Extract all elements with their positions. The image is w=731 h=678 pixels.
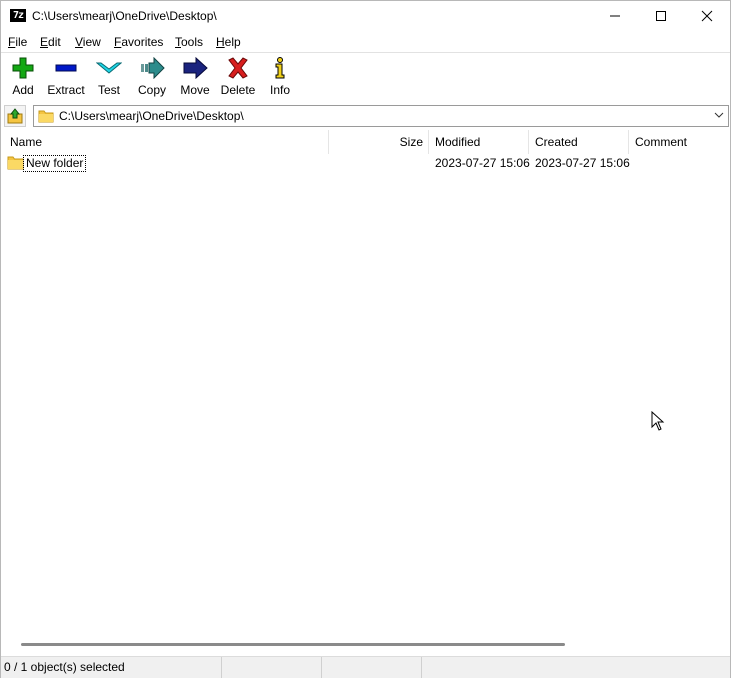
- minimize-icon: [610, 15, 620, 17]
- info-label: Info: [269, 83, 290, 97]
- address-path[interactable]: C:\Users\mearj\OneDrive\Desktop\: [59, 109, 244, 123]
- maximize-icon: [656, 11, 666, 21]
- menu-bar: File Edit View Favorites Tools Help: [1, 32, 730, 52]
- delete-label: Delete: [220, 83, 256, 97]
- app-window: 7z C:\Users\mearj\OneDrive\Desktop\ File…: [0, 0, 731, 678]
- menu-view-label: iew: [82, 35, 101, 49]
- horizontal-scrollbar[interactable]: [3, 637, 729, 652]
- window-title: C:\Users\mearj\OneDrive\Desktop\: [32, 9, 217, 23]
- mouse-cursor-icon: [651, 411, 665, 431]
- scrollbar-thumb[interactable]: [21, 643, 565, 646]
- menu-favorites-label: avorites: [121, 35, 164, 49]
- move-label: Move: [180, 83, 210, 97]
- test-button[interactable]: Test: [94, 57, 124, 101]
- menu-view-mnemonic: V: [75, 35, 83, 49]
- column-divider[interactable]: [428, 130, 429, 154]
- menu-help[interactable]: Help: [216, 35, 241, 49]
- add-plus-icon: [12, 57, 34, 79]
- maximize-button[interactable]: [638, 1, 684, 31]
- copy-arrow-icon: [141, 57, 165, 79]
- table-row[interactable]: New folder 2023-07-27 15:06 2023-07-27 1…: [3, 153, 729, 173]
- status-cell: [322, 657, 422, 678]
- col-modified-header[interactable]: Modified: [435, 130, 529, 154]
- column-divider[interactable]: [528, 130, 529, 154]
- row-modified: 2023-07-27 15:06: [435, 156, 530, 170]
- col-name-header[interactable]: Name: [10, 130, 328, 154]
- col-created-header[interactable]: Created: [535, 130, 629, 154]
- status-cell: [422, 657, 730, 678]
- col-comment-header[interactable]: Comment: [635, 130, 729, 154]
- menu-tools[interactable]: Tools: [175, 35, 203, 49]
- title-bar[interactable]: 7z C:\Users\mearj\OneDrive\Desktop\: [1, 1, 730, 31]
- copy-label: Copy: [137, 83, 166, 97]
- add-label: Add: [12, 83, 34, 97]
- up-folder-icon: [7, 108, 23, 124]
- menu-file-label: ile: [15, 35, 28, 49]
- menu-file[interactable]: File: [8, 35, 27, 49]
- menu-tools-label: ools: [181, 35, 204, 49]
- extract-minus-icon: [55, 64, 77, 72]
- status-bar: 0 / 1 object(s) selected: [1, 656, 730, 678]
- up-folder-button[interactable]: [4, 105, 26, 127]
- chevron-down-icon[interactable]: [714, 111, 724, 119]
- menu-favorites[interactable]: Favorites: [114, 35, 163, 49]
- menu-help-mnemonic: H: [216, 35, 225, 49]
- folder-icon: [38, 110, 54, 123]
- menu-view[interactable]: View: [75, 35, 101, 49]
- address-combobox[interactable]: C:\Users\mearj\OneDrive\Desktop\: [33, 105, 729, 127]
- copy-button[interactable]: Copy: [136, 57, 168, 101]
- test-check-icon: [96, 62, 122, 74]
- move-button[interactable]: Move: [178, 57, 212, 101]
- extract-button[interactable]: Extract: [45, 57, 87, 101]
- status-cell: [222, 657, 322, 678]
- status-selection: 0 / 1 object(s) selected: [1, 657, 222, 678]
- menu-help-label: elp: [224, 35, 241, 49]
- delete-button[interactable]: Delete: [219, 57, 257, 101]
- add-button[interactable]: Add: [7, 57, 39, 101]
- delete-x-icon: [228, 57, 248, 79]
- info-button[interactable]: Info: [267, 57, 293, 101]
- menu-edit[interactable]: Edit: [40, 35, 61, 49]
- minimize-button[interactable]: [592, 1, 638, 31]
- app-7zip-icon: 7z: [10, 9, 26, 22]
- row-name[interactable]: New folder: [23, 155, 87, 172]
- close-icon: [701, 10, 713, 22]
- menu-edit-mnemonic: E: [40, 35, 49, 49]
- folder-icon: [7, 156, 24, 170]
- menu-edit-label: dit: [48, 35, 61, 49]
- column-divider[interactable]: [628, 130, 629, 154]
- info-i-icon: [275, 57, 285, 79]
- row-created: 2023-07-27 15:06: [535, 156, 630, 170]
- close-button[interactable]: [684, 1, 730, 31]
- toolbar: Add Extract Test Copy Move Delete Info: [1, 52, 730, 103]
- move-arrow-icon: [183, 57, 208, 79]
- extract-label: Extract: [47, 83, 85, 97]
- list-header: Name Size Modified Created Comment: [3, 130, 729, 154]
- col-size-header[interactable]: Size: [329, 130, 424, 154]
- test-label: Test: [97, 83, 120, 97]
